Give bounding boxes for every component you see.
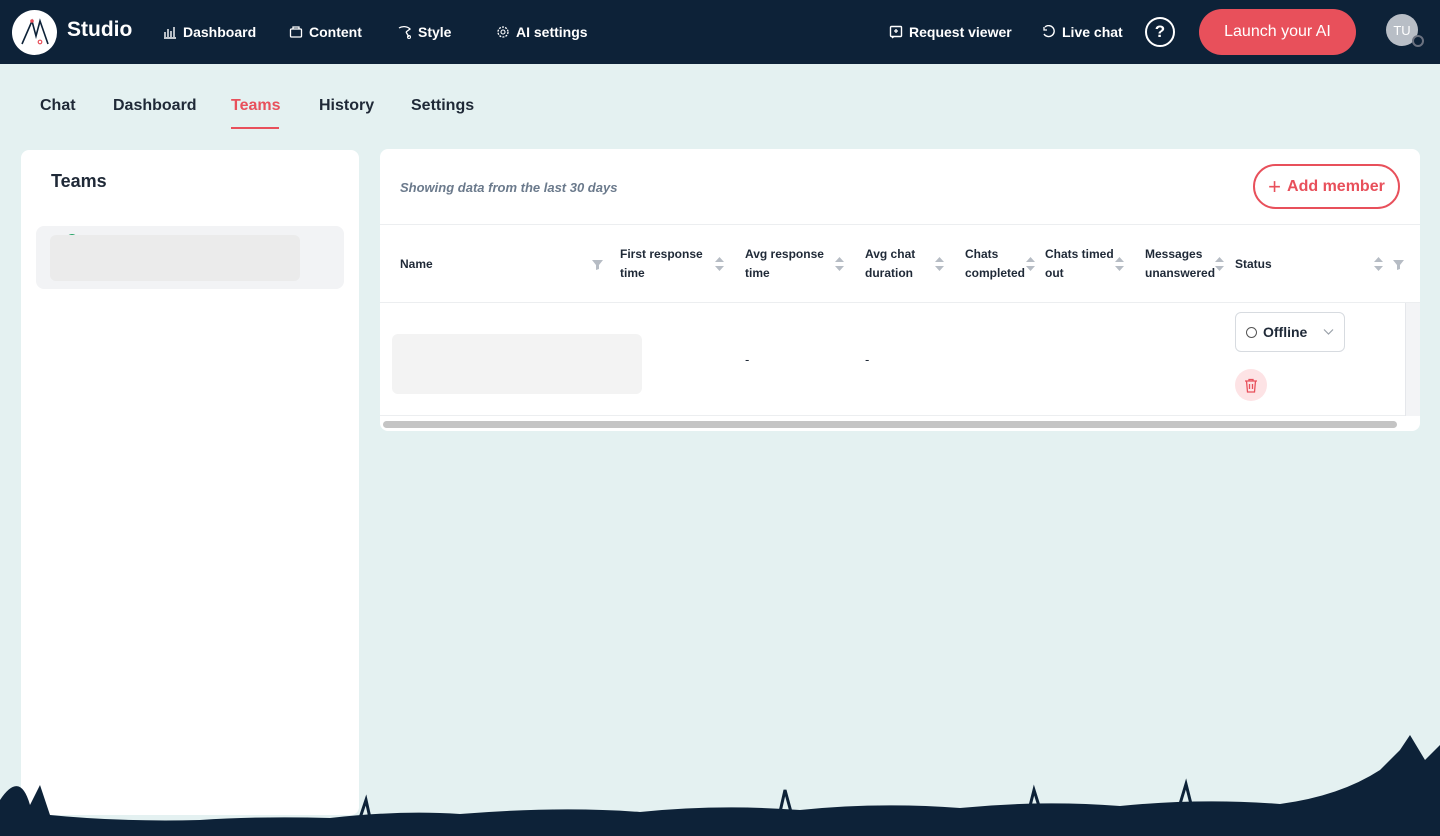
column-header-label: out	[1045, 266, 1064, 280]
column-header-name-label: Name	[400, 257, 433, 271]
column-header-label: Chats timed	[1045, 247, 1114, 261]
nav-style[interactable]: Style	[398, 22, 451, 42]
sort-icon[interactable]	[1115, 257, 1124, 271]
top-navbar: Studio Dashboard Content Style AI settin…	[0, 0, 1440, 64]
column-header-label: Avg response	[745, 247, 824, 261]
team-list-item[interactable]	[36, 226, 344, 289]
sort-icon[interactable]	[715, 257, 724, 271]
bar-chart-icon	[164, 27, 176, 39]
nav-content[interactable]: Content	[289, 22, 362, 42]
column-header-label: Messages	[1145, 247, 1203, 261]
teams-panel-title: Teams	[51, 171, 107, 191]
nav-ai-settings[interactable]: AI settings	[496, 22, 588, 42]
column-header-messages-unanswered[interactable]: Messages unanswered	[1145, 245, 1215, 283]
column-header-avg-response[interactable]: Avg response time	[745, 245, 824, 283]
status-select[interactable]: Offline	[1235, 312, 1345, 352]
column-header-status[interactable]: Status	[1235, 255, 1272, 274]
members-panel: Showing data from the last 30 days + Add…	[380, 149, 1420, 431]
tab-teams[interactable]: Teams	[231, 97, 281, 115]
sort-icon[interactable]	[1215, 257, 1224, 271]
nav-live-chat-label: Live chat	[1062, 24, 1123, 40]
nav-style-label: Style	[418, 24, 452, 40]
brand-name[interactable]: Studio	[67, 18, 132, 42]
column-header-label: First response	[620, 247, 703, 261]
column-header-label: time	[745, 266, 770, 280]
tab-chat[interactable]: Chat	[40, 97, 76, 115]
horizontal-scrollbar[interactable]	[383, 421, 1397, 428]
nav-request-viewer-label: Request viewer	[909, 24, 1012, 40]
tab-history[interactable]: History	[319, 97, 374, 115]
column-header-label: unanswered	[1145, 266, 1216, 280]
chevron-down-icon	[1323, 329, 1334, 335]
vertical-scroll-track[interactable]	[1405, 303, 1420, 416]
tab-dashboard[interactable]: Dashboard	[113, 97, 197, 115]
nav-request-viewer[interactable]: Request viewer	[889, 22, 1012, 42]
sort-icon[interactable]	[1026, 257, 1035, 271]
ai-settings-icon	[497, 26, 509, 38]
offline-status-icon	[1246, 326, 1257, 338]
avg-chat-duration-value: -	[865, 352, 870, 367]
content-icon	[289, 26, 303, 38]
sort-icon[interactable]	[835, 257, 844, 271]
table-row: - - Offline	[380, 303, 1405, 416]
filter-icon[interactable]	[1393, 259, 1404, 270]
logo-icon	[20, 17, 49, 44]
avatar-status-indicator	[1412, 35, 1424, 47]
sort-icon[interactable]	[1374, 257, 1383, 271]
style-icon	[398, 25, 411, 39]
column-header-status-label: Status	[1235, 257, 1272, 271]
column-header-label: duration	[865, 266, 913, 280]
team-loading-skeleton	[50, 235, 300, 281]
tab-settings[interactable]: Settings	[411, 97, 474, 115]
column-header-first-response[interactable]: First response time	[620, 245, 703, 283]
column-header-label: Chats	[965, 247, 999, 261]
plus-icon: +	[1268, 173, 1282, 199]
request-viewer-icon	[889, 25, 903, 39]
seabed-decoration	[0, 735, 1440, 836]
column-header-name[interactable]: Name	[400, 255, 433, 274]
member-name-skeleton	[392, 334, 642, 394]
studio-logo[interactable]	[12, 10, 57, 55]
column-header-label: completed	[965, 266, 1026, 280]
nav-ai-settings-label: AI settings	[516, 24, 588, 40]
column-header-chats-timed-out[interactable]: Chats timed out	[1045, 245, 1114, 283]
help-button[interactable]: ?	[1145, 17, 1175, 47]
column-header-avg-chat-duration[interactable]: Avg chat duration	[865, 245, 915, 283]
column-header-label: time	[620, 266, 645, 280]
delete-member-button[interactable]	[1235, 369, 1267, 401]
table-header: Name First response time Avg response ti…	[380, 224, 1420, 303]
filter-icon[interactable]	[592, 259, 603, 270]
live-chat-icon	[1043, 25, 1055, 38]
nav-dashboard[interactable]: Dashboard	[163, 22, 256, 42]
trash-icon	[1245, 378, 1257, 393]
column-header-chats-completed[interactable]: Chats completed	[965, 245, 1025, 283]
teams-panel: Teams	[21, 150, 359, 815]
nav-content-label: Content	[309, 24, 362, 40]
nav-dashboard-label: Dashboard	[183, 24, 257, 40]
launch-ai-button[interactable]: Launch your AI	[1199, 9, 1356, 55]
active-tab-indicator	[231, 127, 279, 129]
sort-icon[interactable]	[935, 257, 944, 271]
column-header-label: Avg chat	[865, 247, 916, 261]
add-member-button[interactable]: + Add member	[1253, 164, 1400, 209]
date-range-note: Showing data from the last 30 days	[400, 180, 618, 195]
avg-response-value: -	[745, 352, 750, 367]
add-member-label: Add member	[1287, 177, 1385, 195]
nav-live-chat[interactable]: Live chat	[1042, 22, 1123, 42]
status-select-value: Offline	[1263, 324, 1308, 340]
